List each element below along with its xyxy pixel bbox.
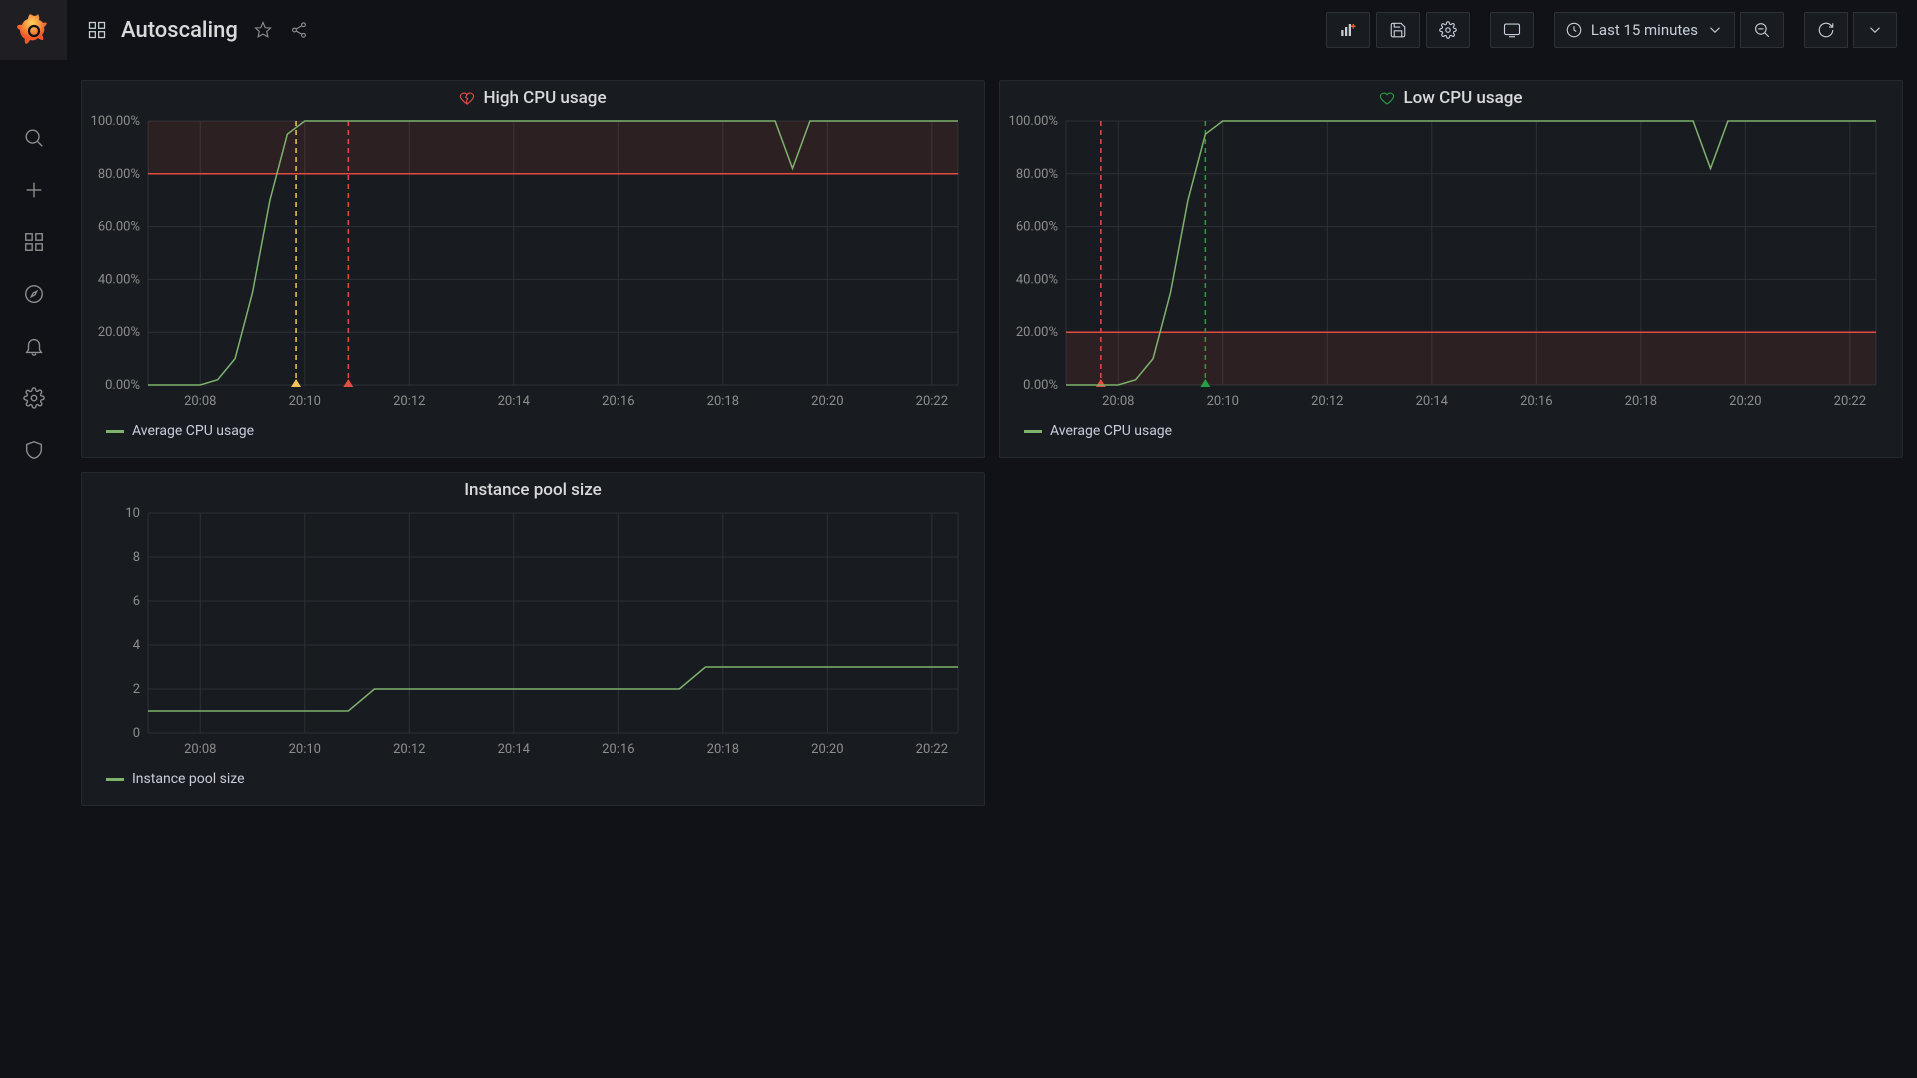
svg-text:20:08: 20:08 bbox=[184, 742, 216, 757]
svg-text:20:20: 20:20 bbox=[811, 394, 843, 409]
clock-icon bbox=[1565, 21, 1583, 39]
svg-text:0: 0 bbox=[133, 726, 140, 741]
svg-text:60.00%: 60.00% bbox=[1016, 220, 1058, 235]
search-icon[interactable] bbox=[14, 118, 54, 158]
svg-text:20:14: 20:14 bbox=[1416, 394, 1449, 409]
svg-text:20:22: 20:22 bbox=[1834, 394, 1866, 409]
svg-text:20:08: 20:08 bbox=[1102, 394, 1134, 409]
panel-title: Instance pool size bbox=[82, 473, 984, 507]
settings-button[interactable] bbox=[1426, 12, 1470, 48]
zoom-out-button[interactable] bbox=[1740, 12, 1784, 48]
timerange-label: Last 15 minutes bbox=[1591, 21, 1698, 39]
svg-text:20:18: 20:18 bbox=[1625, 394, 1657, 409]
sidebar bbox=[0, 0, 67, 1078]
topbar: Autoscaling Last 15 minutes bbox=[67, 0, 1917, 60]
svg-text:80.00%: 80.00% bbox=[98, 167, 140, 182]
gear-icon[interactable] bbox=[14, 378, 54, 418]
svg-text:20:22: 20:22 bbox=[916, 742, 948, 757]
panel-high-cpu[interactable]: High CPU usage 0.00% 20.00% 40.00% 60.00% 80… bbox=[81, 80, 985, 458]
svg-text:20:14: 20:14 bbox=[498, 742, 531, 757]
star-icon[interactable] bbox=[252, 19, 274, 41]
grafana-logo[interactable] bbox=[0, 0, 67, 60]
svg-text:20:22: 20:22 bbox=[916, 394, 948, 409]
svg-text:20:10: 20:10 bbox=[289, 742, 321, 757]
apps-icon[interactable] bbox=[14, 222, 54, 262]
svg-text:4: 4 bbox=[133, 638, 141, 653]
tv-mode-button[interactable] bbox=[1490, 12, 1534, 48]
heart-icon bbox=[1379, 90, 1395, 106]
refresh-button[interactable] bbox=[1804, 12, 1848, 48]
shield-icon[interactable] bbox=[14, 430, 54, 470]
svg-text:60.00%: 60.00% bbox=[98, 220, 140, 235]
chart[interactable]: 0.00% 20.00% 40.00% 60.00% 80.00% 100.00% 20:0… bbox=[1000, 115, 1902, 415]
svg-text:20:10: 20:10 bbox=[1207, 394, 1239, 409]
bell-icon[interactable] bbox=[14, 326, 54, 366]
svg-text:20.00%: 20.00% bbox=[1016, 325, 1058, 340]
svg-text:0.00%: 0.00% bbox=[105, 378, 140, 393]
svg-text:20:18: 20:18 bbox=[707, 742, 739, 757]
chevron-down-icon bbox=[1706, 21, 1724, 39]
legend[interactable]: Instance pool size bbox=[82, 763, 984, 797]
chart[interactable]: 0.00% 20.00% 40.00% 60.00% 80.00% 100.00% 20:0… bbox=[82, 115, 984, 415]
svg-text:20:16: 20:16 bbox=[602, 742, 634, 757]
svg-text:20:12: 20:12 bbox=[393, 394, 425, 409]
add-panel-button[interactable] bbox=[1326, 12, 1370, 48]
svg-text:20:16: 20:16 bbox=[1520, 394, 1552, 409]
share-icon[interactable] bbox=[288, 19, 310, 41]
svg-text:0.00%: 0.00% bbox=[1023, 378, 1058, 393]
panel-pool-size[interactable]: Instance pool size 0 2 4 6 8 10 20:08 20:10 20:1… bbox=[81, 472, 985, 806]
svg-text:100.00%: 100.00% bbox=[1009, 115, 1058, 129]
svg-text:2: 2 bbox=[133, 682, 140, 697]
plus-icon[interactable] bbox=[14, 170, 54, 210]
timerange-button[interactable]: Last 15 minutes bbox=[1554, 12, 1735, 48]
svg-text:40.00%: 40.00% bbox=[1016, 272, 1058, 287]
heart-break-icon bbox=[459, 90, 475, 106]
svg-text:20:20: 20:20 bbox=[1729, 394, 1761, 409]
svg-text:100.00%: 100.00% bbox=[91, 115, 140, 129]
svg-text:20:08: 20:08 bbox=[184, 394, 216, 409]
compass-icon[interactable] bbox=[14, 274, 54, 314]
panel-low-cpu[interactable]: Low CPU usage 0.00% 20.00% 40.00% 60.00% 80.… bbox=[999, 80, 1903, 458]
svg-text:20:12: 20:12 bbox=[1311, 394, 1343, 409]
legend-swatch bbox=[1024, 430, 1042, 433]
svg-text:20:20: 20:20 bbox=[811, 742, 843, 757]
save-button[interactable] bbox=[1376, 12, 1420, 48]
svg-text:20.00%: 20.00% bbox=[98, 325, 140, 340]
chart[interactable]: 0 2 4 6 8 10 20:08 20:10 20:12 20:14 20:16 20:18 20:… bbox=[82, 507, 984, 763]
svg-text:40.00%: 40.00% bbox=[98, 272, 140, 287]
panel-title: High CPU usage bbox=[82, 81, 984, 115]
panel-title: Low CPU usage bbox=[1000, 81, 1902, 115]
dashboard-grid: High CPU usage 0.00%20.00%40.00%60.00%80… bbox=[67, 60, 1917, 1078]
dashboard-grid-icon[interactable] bbox=[87, 20, 107, 40]
legend[interactable]: Average CPU usage bbox=[82, 415, 984, 449]
page-title[interactable]: Autoscaling bbox=[121, 18, 238, 43]
svg-text:6: 6 bbox=[133, 594, 140, 609]
svg-text:20:10: 20:10 bbox=[289, 394, 321, 409]
svg-text:10: 10 bbox=[125, 507, 140, 521]
refresh-options-button[interactable] bbox=[1853, 12, 1897, 48]
svg-text:20:16: 20:16 bbox=[602, 394, 634, 409]
legend-swatch bbox=[106, 778, 124, 781]
svg-text:20:14: 20:14 bbox=[498, 394, 531, 409]
svg-text:20:12: 20:12 bbox=[393, 742, 425, 757]
svg-text:8: 8 bbox=[133, 550, 140, 565]
legend-swatch bbox=[106, 430, 124, 433]
legend[interactable]: Average CPU usage bbox=[1000, 415, 1902, 449]
svg-text:20:18: 20:18 bbox=[707, 394, 739, 409]
svg-text:80.00%: 80.00% bbox=[1016, 167, 1058, 182]
